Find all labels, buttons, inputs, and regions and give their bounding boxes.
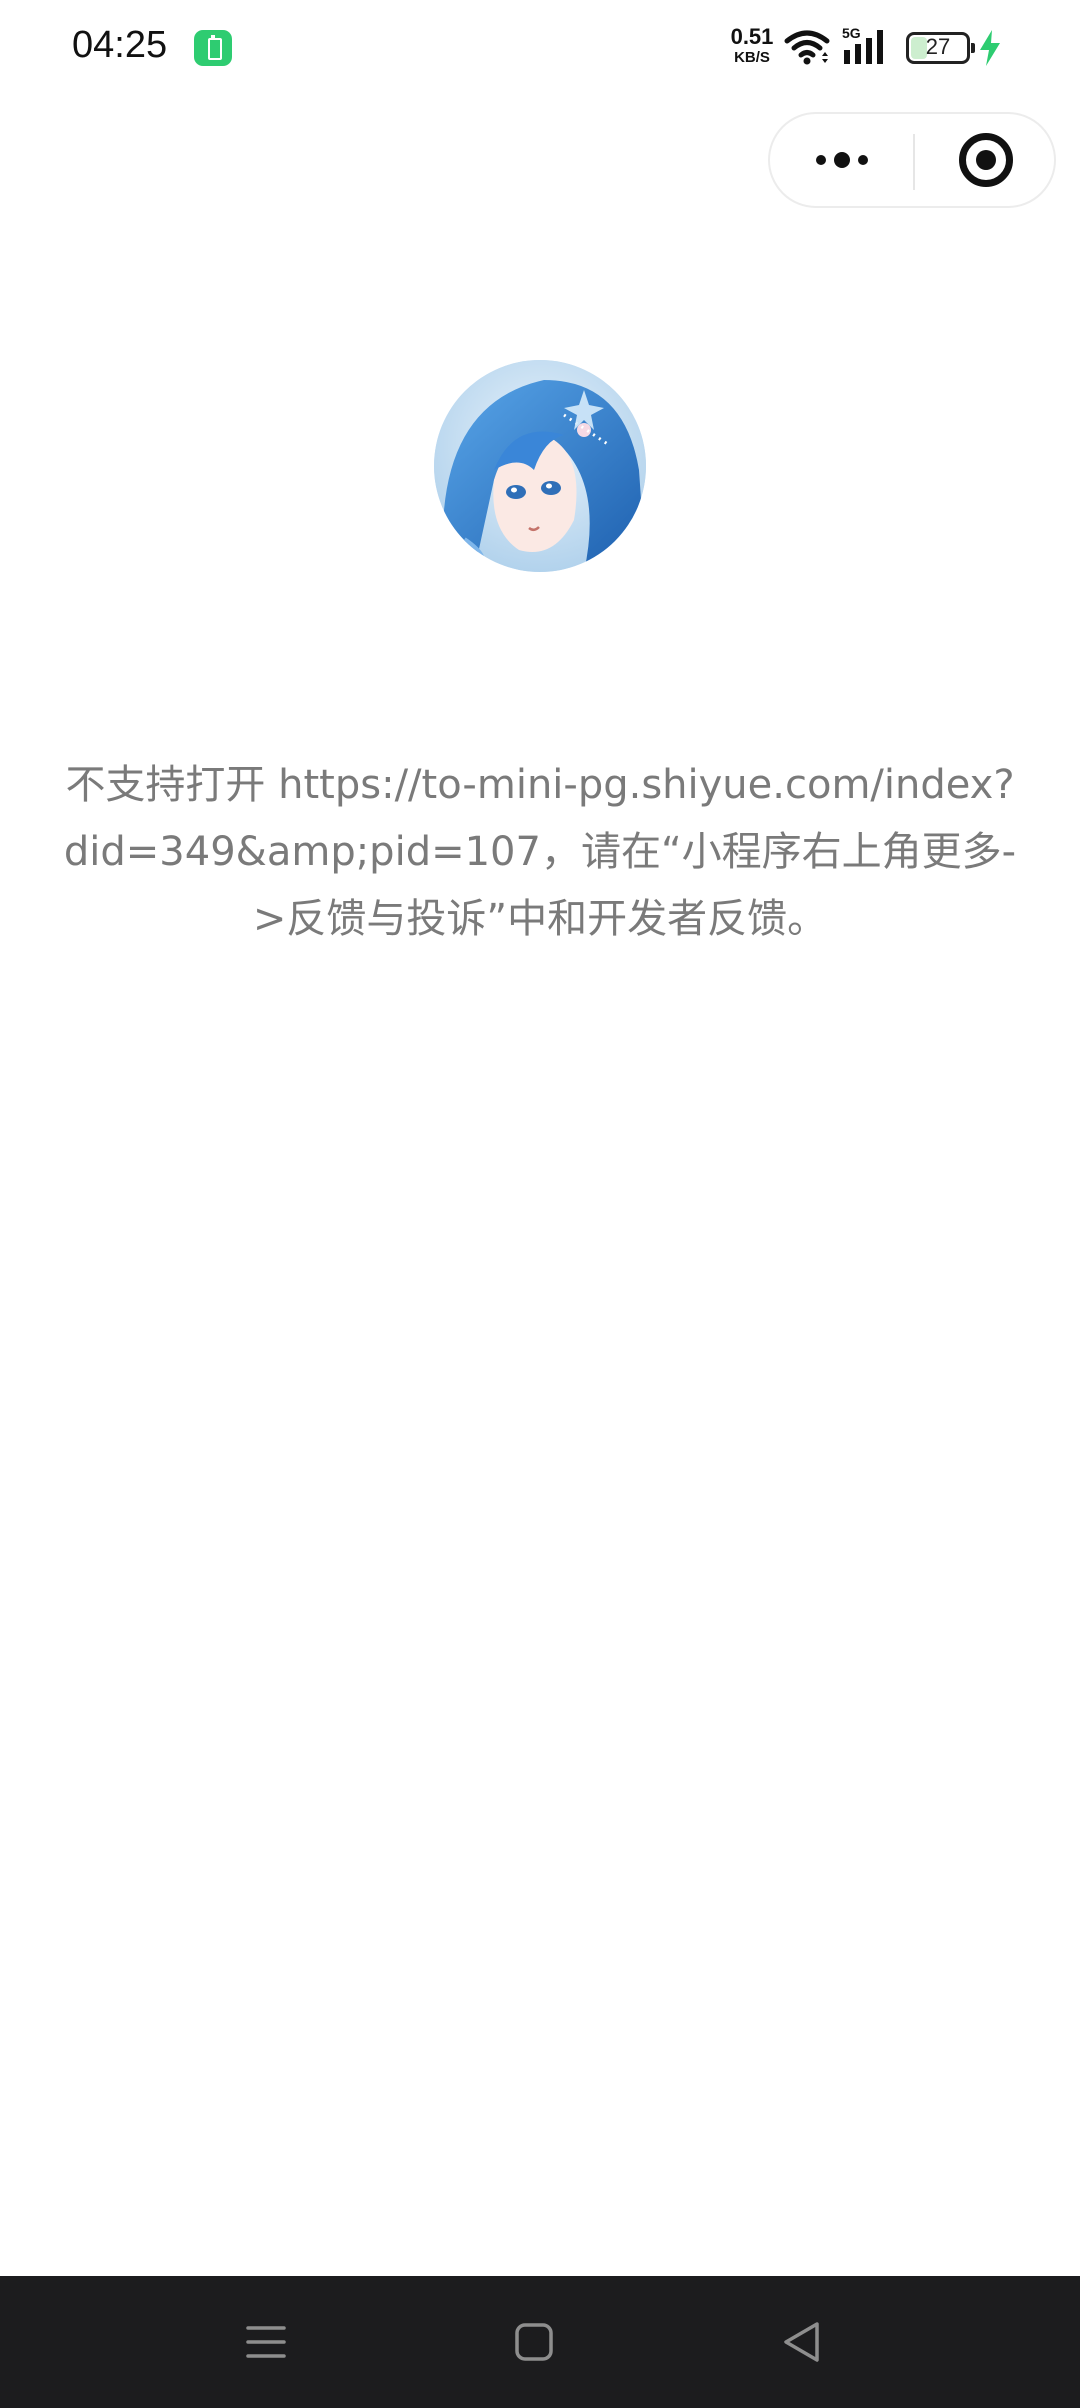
status-bar: 04:25 0.51 KB/S 5G 27 <box>0 0 1080 96</box>
battery-percent: 27 <box>925 34 951 59</box>
mini-program-capsule <box>768 112 1056 208</box>
more-dot-right <box>857 155 868 165</box>
network-speed: 0.51 KB/S <box>726 24 778 66</box>
wifi-icon <box>784 30 830 65</box>
charging-app-icon <box>194 30 232 66</box>
home-square-icon[interactable] <box>502 2310 566 2374</box>
close-target-icon <box>958 133 1013 187</box>
unsupported-link-message: 不支持打开 https://to-mini-pg.shiyue.com/inde… <box>63 762 1017 942</box>
menu-lines-icon[interactable] <box>234 2310 298 2374</box>
navigation-bar <box>0 2276 1080 2408</box>
screen: 04:25 0.51 KB/S 5G 27 不支持打开 https://to-m… <box>0 0 1080 2408</box>
status-time: 04:25 <box>72 24 168 66</box>
more-dot-center <box>833 152 850 168</box>
network-type-label: 5G <box>842 26 861 41</box>
anime-avatar-image <box>434 360 646 572</box>
network-speed-value: 0.51 <box>730 24 774 49</box>
charging-bolt-icon <box>980 30 1000 66</box>
avatar <box>434 360 646 572</box>
network-speed-unit: KB/S <box>734 49 770 66</box>
close-target-dot <box>975 150 996 170</box>
battery-icon: 27 <box>906 32 975 64</box>
more-button[interactable] <box>770 114 913 206</box>
back-triangle-icon[interactable] <box>770 2310 834 2374</box>
close-button[interactable] <box>915 114 1056 206</box>
cell-signal-icon: 5G <box>842 26 883 64</box>
more-dots-icon <box>815 155 826 165</box>
